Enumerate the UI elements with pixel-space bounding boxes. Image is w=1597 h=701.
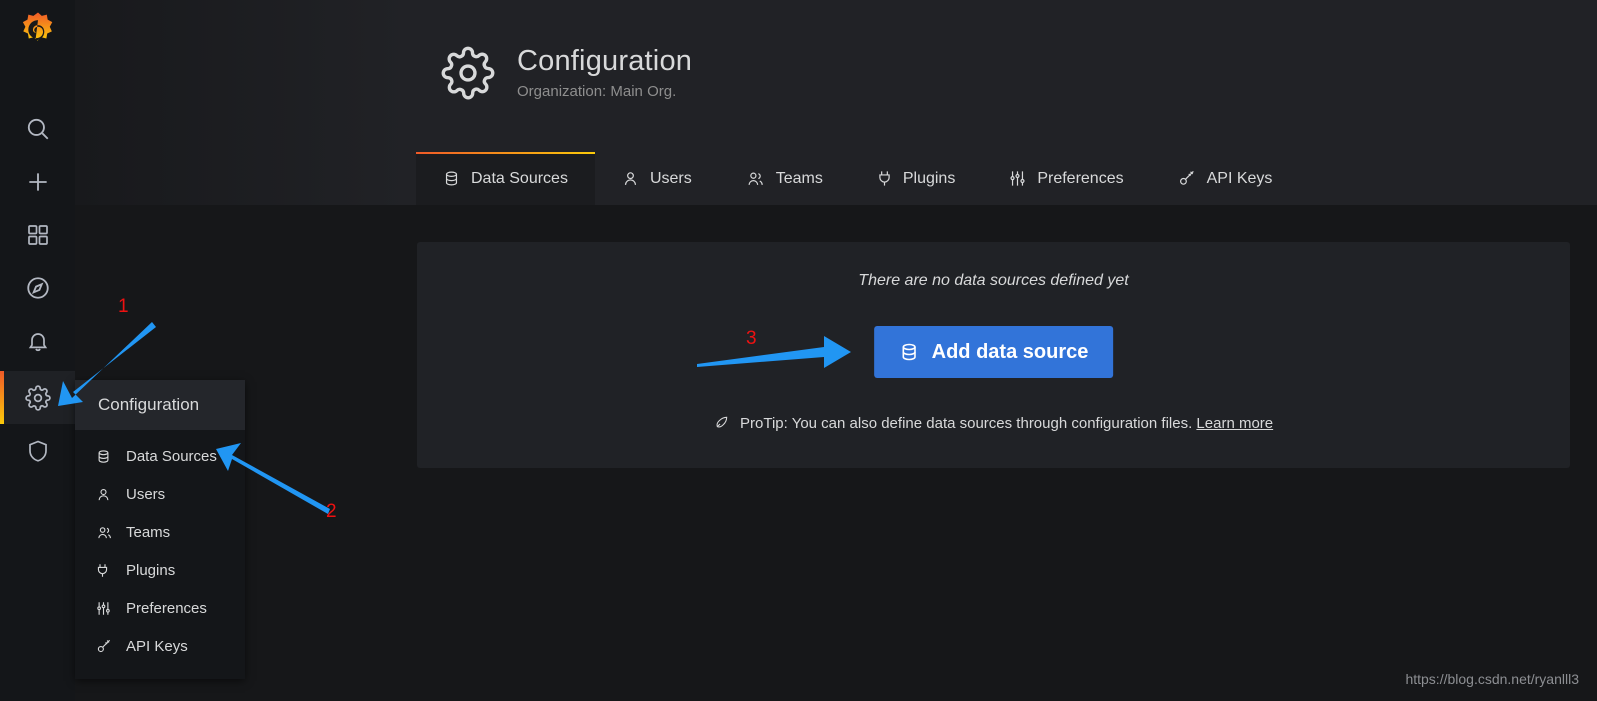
tab-teams[interactable]: Teams <box>719 152 850 205</box>
flyout-item-preferences[interactable]: Preferences <box>75 589 245 627</box>
tab-label: Data Sources <box>471 169 568 187</box>
sidebar-item-server-admin[interactable] <box>0 424 75 477</box>
sidebar-item-explore[interactable] <box>0 261 75 314</box>
tab-api-keys[interactable]: API Keys <box>1151 152 1300 205</box>
sidebar-item-configuration[interactable] <box>0 371 75 424</box>
configuration-flyout-menu: Configuration Data Sources Users Teams P… <box>75 380 245 679</box>
database-icon <box>443 170 460 187</box>
tab-plugins[interactable]: Plugins <box>850 152 982 205</box>
annotation-number-2: 2 <box>326 501 337 522</box>
flyout-item-plugins[interactable]: Plugins <box>75 551 245 589</box>
left-sidebar <box>0 0 75 701</box>
flyout-item-label: Plugins <box>126 561 176 579</box>
search-icon <box>25 116 51 142</box>
flyout-item-label: Preferences <box>126 599 207 617</box>
user-icon <box>622 170 639 187</box>
flyout-item-teams[interactable]: Teams <box>75 513 245 551</box>
plug-icon <box>96 563 113 578</box>
database-icon <box>899 342 919 362</box>
sliders-icon <box>1009 170 1026 187</box>
protip-text: ProTip: You can also define data sources… <box>740 415 1193 432</box>
flyout-item-data-sources[interactable]: Data Sources <box>75 437 245 475</box>
rocket-icon <box>714 414 730 434</box>
flyout-item-label: API Keys <box>126 637 188 655</box>
page-title-block: Configuration Organization: Main Org. <box>517 44 692 100</box>
sidebar-item-search[interactable] <box>0 102 75 155</box>
plug-icon <box>877 170 892 187</box>
grafana-logo-icon[interactable] <box>0 0 75 62</box>
users-icon <box>96 525 113 540</box>
add-data-source-button[interactable]: Add data source <box>873 326 1114 378</box>
sidebar-item-create[interactable] <box>0 155 75 208</box>
flyout-item-label: Data Sources <box>126 447 217 465</box>
flyout-item-list: Data Sources Users Teams Plugins Prefere… <box>75 430 245 679</box>
tab-label: Preferences <box>1037 169 1124 187</box>
tab-label: Teams <box>775 169 823 187</box>
page-header: Configuration Organization: Main Org. <box>441 44 692 105</box>
tab-label: Plugins <box>902 169 956 187</box>
sidebar-item-alerting[interactable] <box>0 314 75 367</box>
flyout-title: Configuration <box>75 380 245 430</box>
flyout-item-api-keys[interactable]: API Keys <box>75 627 245 665</box>
gear-icon <box>441 46 495 105</box>
learn-more-link[interactable]: Learn more <box>1196 415 1273 432</box>
flyout-item-users[interactable]: Users <box>75 475 245 513</box>
compass-icon <box>25 275 51 301</box>
sliders-icon <box>96 601 113 616</box>
key-icon <box>96 639 113 654</box>
protip-row: ProTip: You can also define data sources… <box>417 414 1570 434</box>
sidebar-item-dashboards[interactable] <box>0 208 75 261</box>
tab-label: API Keys <box>1206 169 1273 187</box>
config-tab-bar: Data Sources Users Teams Plugins Prefere… <box>416 152 1299 205</box>
user-icon <box>96 487 113 502</box>
annotation-number-1: 1 <box>118 296 129 317</box>
watermark-text: https://blog.csdn.net/ryanlll3 <box>1405 671 1579 687</box>
tab-data-sources[interactable]: Data Sources <box>416 152 595 205</box>
page-title: Configuration <box>517 45 693 77</box>
tab-users[interactable]: Users <box>595 152 719 205</box>
flyout-item-label: Users <box>126 485 166 503</box>
page-header-band: Configuration Organization: Main Org. Da… <box>75 0 1597 205</box>
add-data-source-label: Add data source <box>931 340 1089 363</box>
plus-icon <box>25 169 51 195</box>
users-icon <box>746 170 765 187</box>
tab-label: Users <box>649 169 692 187</box>
dashboards-icon <box>26 223 50 247</box>
empty-state-message: There are no data sources defined yet <box>858 272 1129 289</box>
tab-preferences[interactable]: Preferences <box>982 152 1150 205</box>
key-icon <box>1178 170 1196 187</box>
bell-icon <box>26 329 50 353</box>
flyout-item-label: Teams <box>126 523 171 541</box>
shield-icon <box>26 439 50 463</box>
app-root: Configuration Organization: Main Org. Da… <box>0 0 1597 701</box>
database-icon <box>96 449 113 464</box>
gear-icon <box>24 384 51 411</box>
data-sources-panel: There are no data sources defined yet Ad… <box>417 242 1570 468</box>
page-subtitle: Organization: Main Org. <box>517 83 677 100</box>
